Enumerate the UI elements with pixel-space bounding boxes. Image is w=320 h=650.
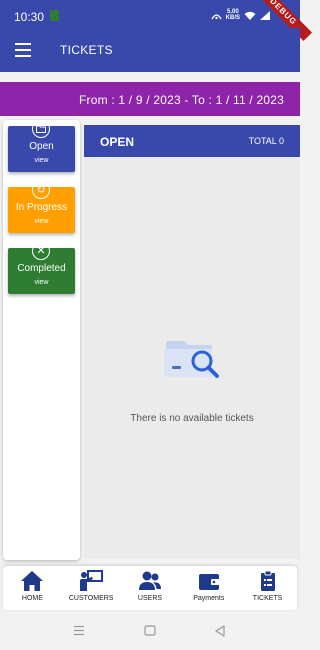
completed-filter-button[interactable]: ✕ Completed view — [8, 242, 75, 294]
bottom-navigation: HOME CUSTOMERS USERS Payments TICKETS — [3, 566, 297, 610]
in-progress-filter-button[interactable]: ↻ In Progress view — [8, 181, 75, 233]
nav-label: HOME — [21, 595, 43, 602]
nav-label: CUSTOMERS — [68, 595, 114, 602]
tickets-panel-header: OPEN TOTAL 0 — [84, 125, 300, 157]
notification-icon — [50, 10, 59, 21]
nav-payments[interactable]: Payments — [180, 566, 238, 610]
current-status-title: OPEN — [100, 135, 135, 149]
hotspot-icon — [211, 13, 222, 19]
tickets-panel: OPEN TOTAL 0 There is no available ticke… — [84, 125, 300, 559]
filter-label: Completed — [17, 263, 66, 274]
home-icon — [21, 571, 44, 591]
nav-label: Payments — [193, 595, 225, 602]
status-sidebar: Open view ↻ In Progress view ✕ Completed… — [3, 120, 80, 560]
hamburger-menu-icon[interactable] — [15, 43, 31, 57]
status-bar: 10:30 5.00 KB/S DEBUG — [0, 0, 312, 41]
date-range-text: From : 1 / 9 / 2023 - To : 1 / 11 / 2023 — [79, 93, 284, 107]
filter-label: In Progress — [15, 202, 68, 213]
wallet-icon — [198, 574, 220, 590]
users-icon — [138, 571, 161, 590]
open-filter-button[interactable]: Open view — [8, 120, 75, 172]
folder-search-icon — [164, 341, 219, 378]
nav-users[interactable]: USERS — [121, 566, 179, 610]
nav-label: TICKETS — [252, 595, 283, 602]
filter-sublabel: view — [34, 218, 49, 225]
close-circle-icon: ✕ — [32, 242, 50, 260]
speed-unit: KB/S — [225, 15, 240, 21]
clipboard-icon — [260, 570, 275, 591]
total-count: TOTAL 0 — [248, 136, 284, 146]
filter-label: Open — [29, 141, 54, 152]
app-bar: TICKETS — [0, 28, 300, 72]
customer-presentation-icon — [80, 570, 104, 591]
wifi-icon — [244, 11, 256, 20]
page-title: TICKETS — [60, 43, 113, 57]
system-navigation-bar — [0, 612, 300, 650]
home-button-icon[interactable] — [144, 625, 156, 636]
empty-state-message: There is no available tickets — [130, 413, 254, 424]
nav-tickets[interactable]: TICKETS — [239, 566, 297, 610]
date-range-bar[interactable]: From : 1 / 9 / 2023 - To : 1 / 11 / 2023 — [0, 82, 300, 116]
nav-customers[interactable]: CUSTOMERS — [62, 566, 120, 610]
status-indicators: 5.00 KB/S — [211, 9, 270, 21]
filter-sublabel: view — [34, 157, 49, 164]
filter-sublabel: view — [34, 279, 49, 286]
folder-icon — [32, 120, 50, 138]
network-speed: 5.00 KB/S — [226, 9, 240, 21]
nav-home[interactable]: HOME — [3, 566, 61, 610]
signal-icon — [260, 10, 270, 20]
refresh-icon: ↻ — [32, 181, 50, 199]
back-button-icon[interactable] — [214, 625, 226, 637]
status-time: 10:30 — [14, 10, 45, 24]
nav-label: USERS — [137, 595, 163, 602]
recent-apps-icon[interactable] — [73, 625, 85, 636]
